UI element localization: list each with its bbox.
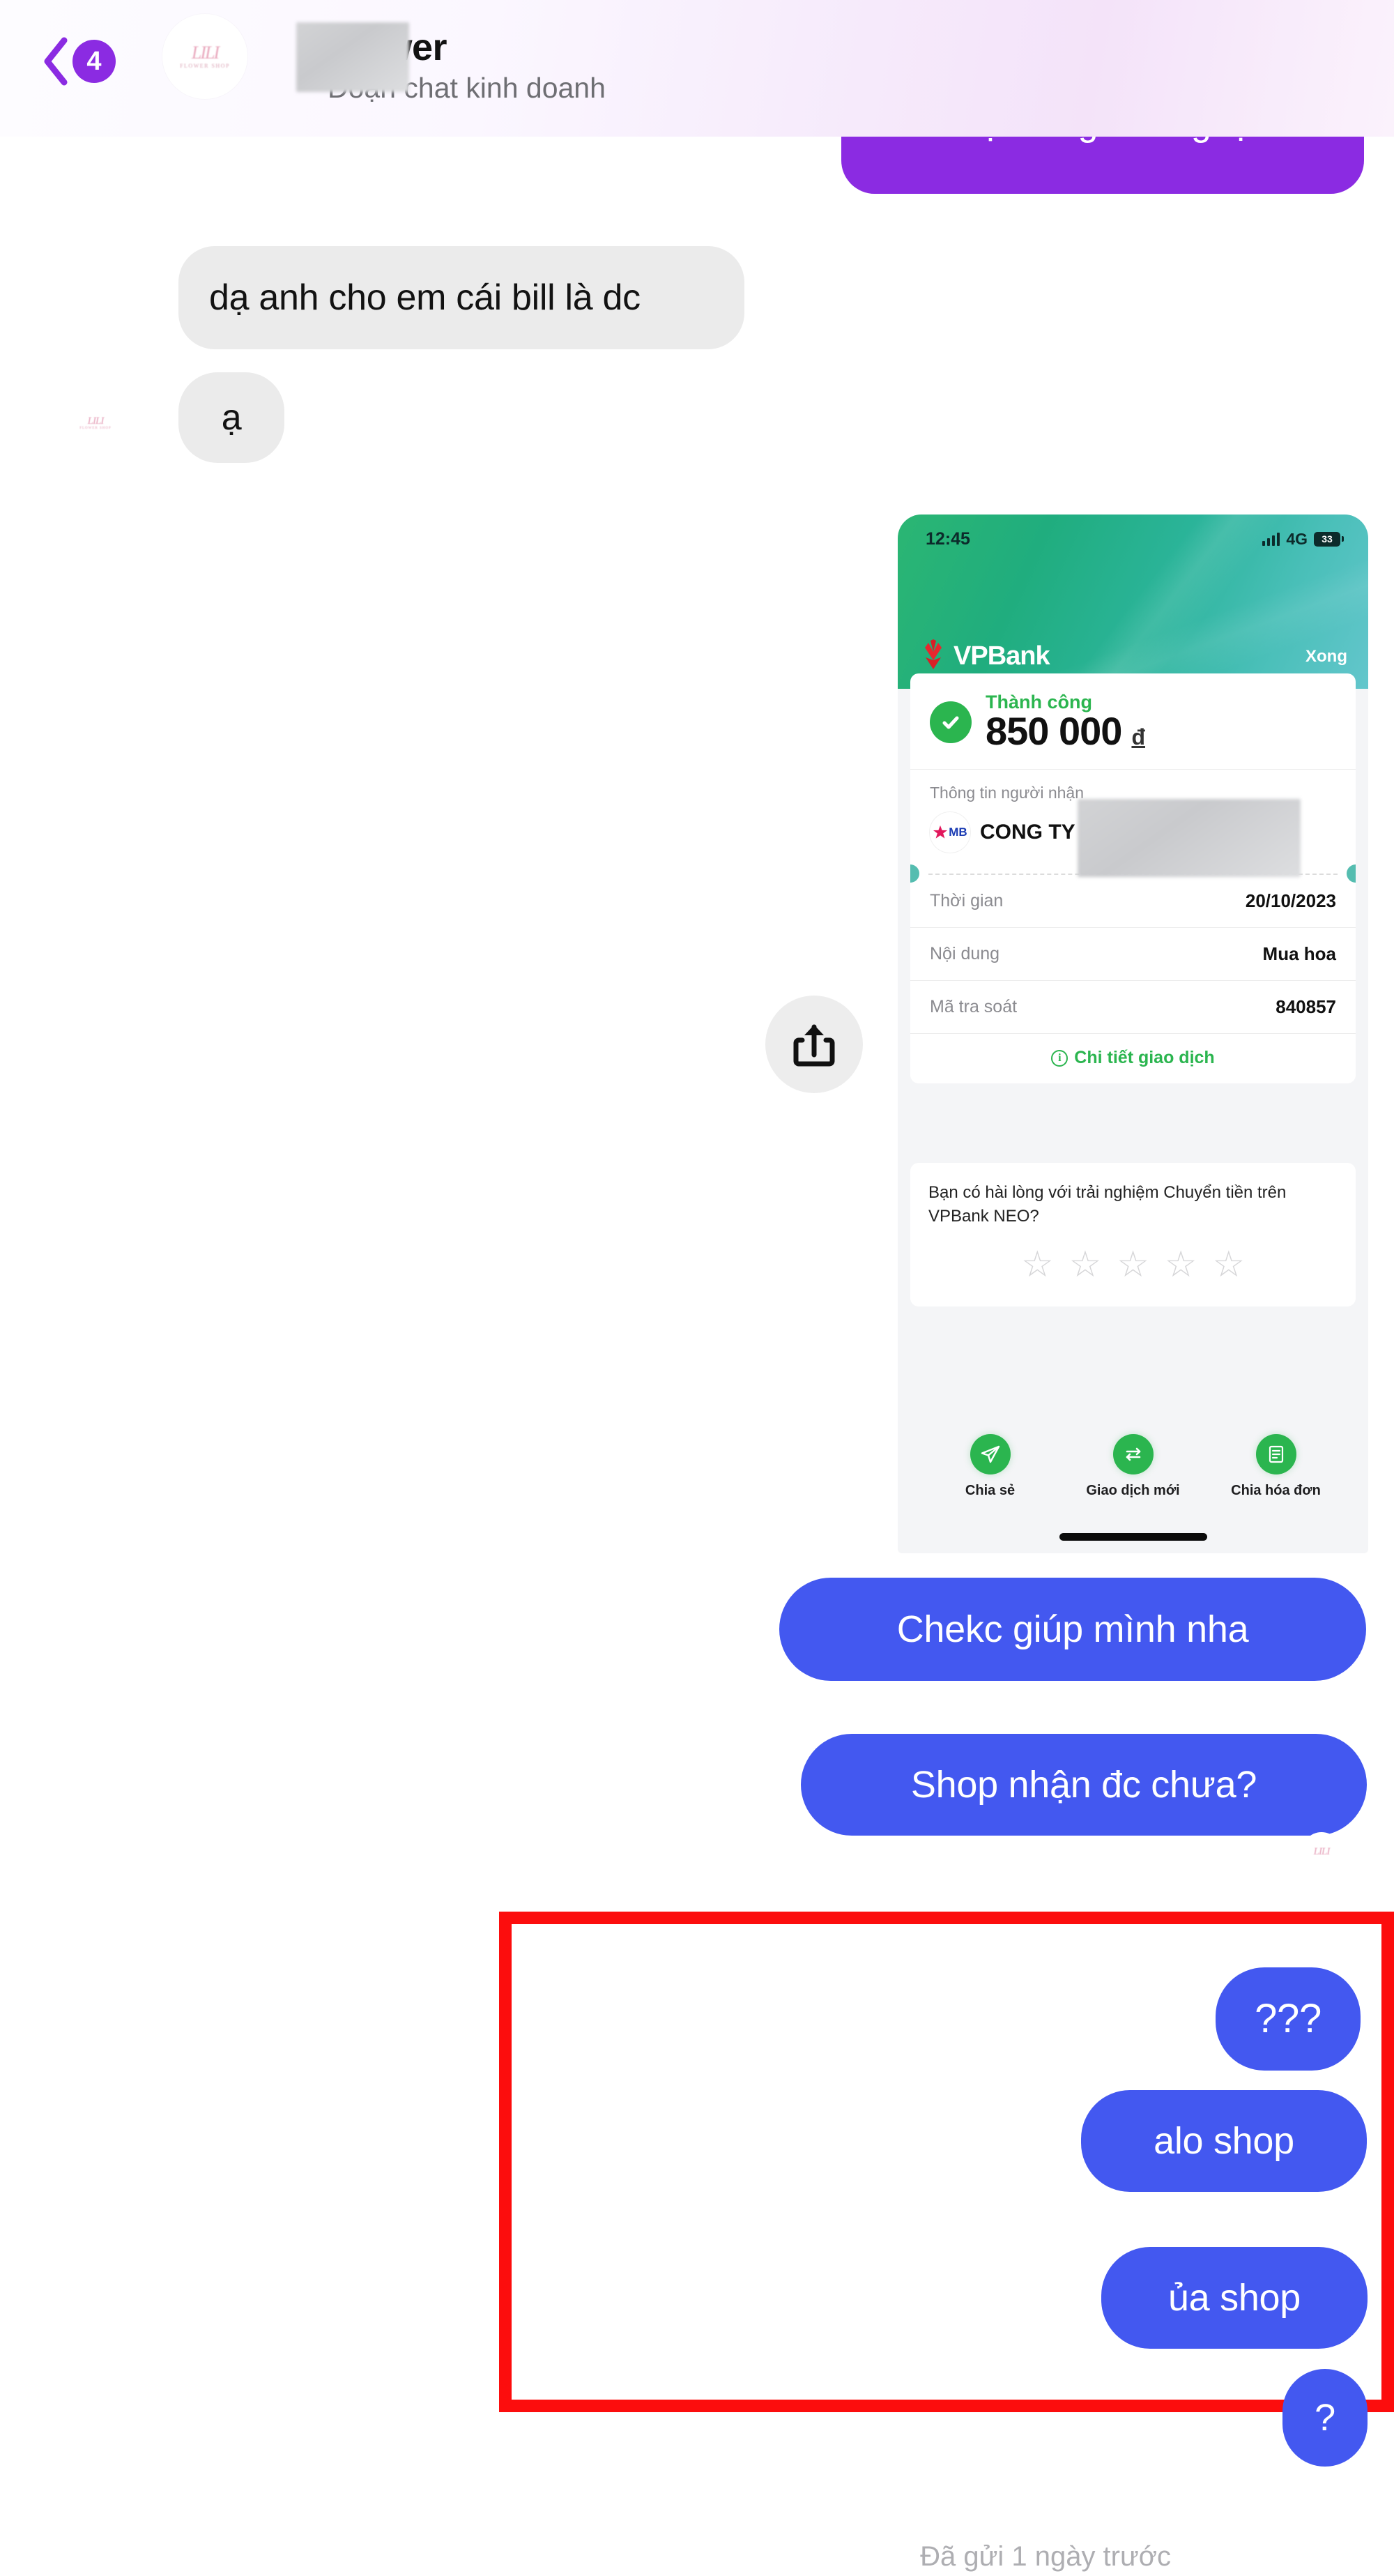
recipient-block: Thông tin người nhận MB CONG TY: [910, 770, 1356, 877]
message-bubble-outgoing[interactable]: Shop nhận đc chưa?: [801, 1734, 1367, 1836]
avatar-logo-subtext-small: FLOWER SHOP: [79, 427, 112, 430]
redaction-block-recipient: [1078, 799, 1301, 877]
vpbank-flower-logo-icon: [919, 639, 948, 673]
chat-header: 4 LILI FLOWER SHOP Flower Đoạn chat kinh…: [0, 0, 1394, 137]
survey-question: Bạn có hài lòng với trải nghiệm Chuyển t…: [928, 1183, 1287, 1226]
action-label: Chia sẻ: [965, 1483, 1016, 1498]
receipt-icon: [1255, 1434, 1296, 1474]
chevron-left-icon[interactable]: [40, 36, 70, 86]
detail-row: Thời gian 20/10/2023: [910, 875, 1356, 927]
message-bubble-outgoing[interactable]: ???: [1216, 1967, 1361, 2071]
chat-subtitle: Đoạn chat kinh doanh: [328, 72, 606, 104]
star-icon[interactable]: ☆: [1069, 1247, 1102, 1283]
receipt-amount-row: Thành công 850 000 đ: [910, 673, 1356, 769]
home-indicator: [1059, 1533, 1207, 1541]
message-text: dạ anh cho em cái bill là dc: [209, 277, 641, 318]
split-bill-action-button[interactable]: Chia hóa đơn: [1213, 1434, 1339, 1499]
new-transaction-action-button[interactable]: Giao dịch mới: [1071, 1434, 1196, 1499]
message-text: ?: [1315, 2397, 1335, 2439]
message-text: ạ: [221, 397, 242, 438]
share-up-box-icon[interactable]: [765, 996, 863, 1093]
status-bar-time: 12:45: [926, 528, 970, 549]
message-text: Shop nhận đc chưa?: [910, 1764, 1257, 1806]
avatar-logo-text-small: LILI: [87, 416, 105, 427]
avatar-logo-text-small: LILI: [1313, 1845, 1331, 1857]
mb-bank-logo-icon: MB: [930, 812, 970, 853]
survey-card: Bạn có hài lòng với trải nghiệm Chuyển t…: [910, 1163, 1356, 1306]
message-text: Chekc giúp mình nha: [896, 1608, 1249, 1650]
action-label: Chia hóa đơn: [1231, 1483, 1321, 1498]
transaction-detail-link[interactable]: i Chi tiết giao dịch: [910, 1033, 1356, 1083]
star-icon[interactable]: ☆: [1165, 1247, 1197, 1283]
message-bubble-outgoing[interactable]: Nội dung ck là gì ạ: [841, 127, 1364, 194]
transaction-detail-label: Chi tiết giao dịch: [1074, 1048, 1215, 1067]
receipt-action-bar: Chia sẻ Giao dịch mới Chia hóa đơn: [898, 1434, 1368, 1499]
action-label: Giao dịch mới: [1086, 1483, 1180, 1498]
receipt-brand-row: VPBank Xong: [898, 639, 1368, 673]
attachment-receipt-image[interactable]: 12:45 4G 33 VPBank Xong Thành công 850 0…: [898, 515, 1368, 1553]
message-text: ???: [1255, 1996, 1322, 2041]
star-rating[interactable]: ☆ ☆ ☆ ☆ ☆: [928, 1247, 1338, 1283]
message-bubble-incoming[interactable]: ạ: [178, 372, 284, 463]
detail-value: Mua hoa: [1262, 943, 1336, 964]
star-icon[interactable]: ☆: [1117, 1247, 1149, 1283]
star-icon[interactable]: ☆: [1021, 1247, 1054, 1283]
header-title-group: Flower Đoạn chat kinh doanh: [328, 26, 1025, 106]
info-circle-icon: i: [1051, 1049, 1069, 1067]
message-text: alo shop: [1154, 2120, 1294, 2162]
avatar[interactable]: LILI FLOWER SHOP: [162, 14, 247, 99]
message-bubble-outgoing[interactable]: alo shop: [1081, 2090, 1367, 2192]
receipt-hero-gradient: 12:45 4G 33 VPBank Xong: [898, 515, 1368, 689]
detail-label: Thời gian: [930, 891, 1004, 910]
detail-value: 840857: [1276, 996, 1336, 1017]
detail-label: Nội dung: [930, 944, 1000, 963]
message-bubble-outgoing[interactable]: ủa shop: [1101, 2247, 1368, 2349]
share-action-button[interactable]: Chia sẻ: [928, 1434, 1053, 1499]
message-text: ủa shop: [1167, 2277, 1301, 2319]
detail-row: Nội dung Mua hoa: [910, 928, 1356, 980]
avatar-shop-logo: LILI FLOWER SHOP: [180, 44, 230, 69]
done-button[interactable]: Xong: [1305, 647, 1347, 666]
recipient-name: CONG TY: [980, 821, 1075, 844]
receipt-card: Thành công 850 000 đ Thông tin người nhậ…: [910, 673, 1356, 1083]
signal-bars-icon: [1262, 532, 1280, 546]
mb-bank-text: MB: [949, 825, 967, 839]
message-bubble-outgoing[interactable]: Chekc giúp mình nha: [779, 1578, 1366, 1681]
brand-name: VPBank: [953, 641, 1050, 671]
message-bubble-outgoing[interactable]: ?: [1282, 2369, 1368, 2467]
star-icon[interactable]: ☆: [1212, 1247, 1245, 1283]
network-label: 4G: [1286, 529, 1308, 548]
avatar-shop-logo-small: LILI FLOWER SHOP: [79, 416, 112, 431]
detail-value: 20/10/2023: [1245, 890, 1336, 911]
page-title: Flower: [328, 26, 1025, 68]
paper-plane-icon: [970, 1434, 1011, 1474]
amount-currency: đ: [1131, 724, 1145, 749]
avatar-logo-subtext: FLOWER SHOP: [180, 63, 230, 69]
battery-icon: 33: [1314, 531, 1344, 547]
redaction-block-header: [296, 22, 409, 92]
amount-value: 850 000: [986, 709, 1122, 753]
avatar-small[interactable]: LILI FLOWER SHOP: [70, 397, 121, 449]
unread-count-badge[interactable]: 4: [72, 40, 116, 83]
detail-label: Mã tra soát: [930, 997, 1018, 1016]
message-list: Nội dung ck là gì ạ dạ anh cho em cái bi…: [0, 0, 1394, 2576]
avatar-shop-logo-small: LILI: [1313, 1845, 1331, 1857]
avatar-logo-text: LILI: [191, 43, 220, 63]
back-navigation[interactable]: 4: [40, 36, 116, 86]
message-bubble-incoming[interactable]: dạ anh cho em cái bill là dc: [178, 246, 744, 349]
chat-screen: 4 LILI FLOWER SHOP Flower Đoạn chat kinh…: [0, 0, 1394, 2576]
check-circle-icon: [930, 701, 972, 743]
sent-status-text: Đã gửi 1 ngày trước: [920, 2541, 1171, 2572]
detail-row: Mã tra soát 840857: [910, 981, 1356, 1033]
swap-arrows-icon: [1112, 1434, 1154, 1474]
phone-status-bar: 12:45 4G 33: [898, 515, 1368, 563]
avatar-small[interactable]: LILI: [1302, 1832, 1341, 1871]
